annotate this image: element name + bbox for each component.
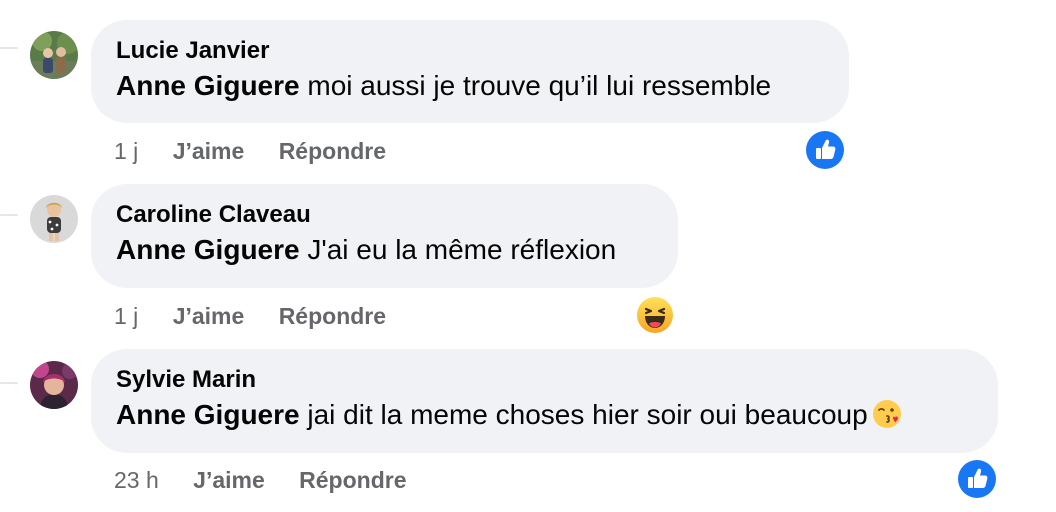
comment-timestamp[interactable]: 1 j (114, 138, 138, 164)
reply-button[interactable]: Répondre (299, 467, 406, 493)
comment-author[interactable]: Lucie Janvier (116, 37, 823, 65)
mention-link[interactable]: Anne Giguere (116, 70, 300, 101)
reaction-like-icon[interactable] (806, 131, 844, 169)
comment-bubble: Lucie Janvier Anne Giguere moi aussi je … (91, 20, 849, 123)
comment-actions: 1 j J’aime Répondre (114, 137, 386, 165)
comment-actions: 23 h J’aime Répondre (114, 466, 407, 494)
comment-author[interactable]: Caroline Claveau (116, 201, 652, 229)
avatar-photo-icon (30, 31, 78, 79)
reply-button[interactable]: Répondre (279, 138, 386, 164)
comment-text: Anne Giguere J'ai eu la même réflexion (116, 233, 652, 267)
thread-connector (0, 47, 18, 49)
avatar-cartoon-icon (30, 195, 78, 243)
reaction-haha-icon[interactable] (636, 296, 674, 334)
avatar[interactable] (30, 195, 78, 243)
comment-body: J'ai eu la même réflexion (299, 234, 617, 265)
comment-body: jai dit la meme choses hier soir oui bea… (299, 399, 868, 430)
reply-button[interactable]: Répondre (279, 303, 386, 329)
reaction-like-icon[interactable] (958, 460, 996, 498)
thread-connector (0, 214, 18, 216)
avatar[interactable] (30, 31, 78, 79)
comment-text: Anne Giguere moi aussi je trouve qu’il l… (116, 69, 823, 103)
avatar[interactable] (30, 361, 78, 409)
comment-timestamp[interactable]: 23 h (114, 467, 159, 493)
comment-bubble: Caroline Claveau Anne Giguere J'ai eu la… (91, 184, 678, 288)
thread-connector (0, 382, 18, 384)
comment-body: moi aussi je trouve qu’il lui ressemble (299, 70, 772, 101)
like-button[interactable]: J’aime (173, 138, 245, 164)
comment-author[interactable]: Sylvie Marin (116, 366, 972, 394)
like-button[interactable]: J’aime (193, 467, 265, 493)
mention-link[interactable]: Anne Giguere (116, 234, 300, 265)
comment-text: Anne Giguere jai dit la meme choses hier… (116, 398, 972, 437)
mention-link[interactable]: Anne Giguere (116, 399, 300, 430)
comment-timestamp[interactable]: 1 j (114, 303, 138, 329)
avatar-photo-icon (30, 361, 78, 409)
comment-bubble: Sylvie Marin Anne Giguere jai dit la mem… (91, 349, 998, 453)
comment-actions: 1 j J’aime Répondre (114, 302, 386, 330)
kissing-face-icon (872, 399, 902, 437)
like-button[interactable]: J’aime (173, 303, 245, 329)
